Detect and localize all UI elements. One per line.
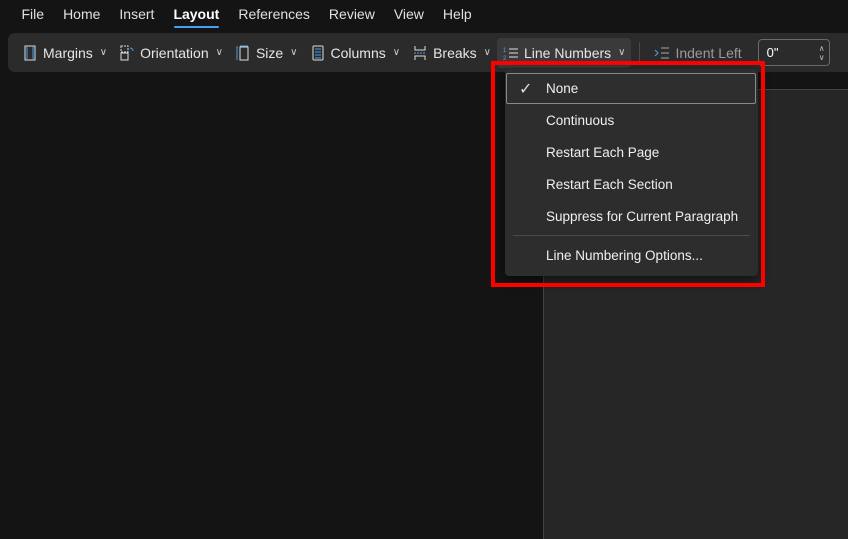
breaks-label: Breaks xyxy=(433,44,477,61)
highlight-box xyxy=(491,61,765,287)
columns-label: Columns xyxy=(330,44,386,61)
indent-left-icon xyxy=(655,47,670,58)
size-icon xyxy=(236,45,249,60)
svg-text:1: 1 xyxy=(503,48,507,54)
orientation-icon xyxy=(120,45,134,60)
menu-bar: File Home Insert Layout References Revie… xyxy=(0,0,481,28)
margins-label: Margins xyxy=(43,44,93,61)
menu-layout[interactable]: Layout xyxy=(164,2,229,28)
menu-home[interactable]: Home xyxy=(54,2,110,26)
size-label: Size xyxy=(255,44,284,61)
indent-left-label: Indent Left xyxy=(675,44,742,61)
spin-up-icon[interactable]: ∧ xyxy=(819,44,825,53)
chevron-down-icon: ∨ xyxy=(483,47,491,58)
svg-text:2: 2 xyxy=(503,56,507,61)
breaks-icon xyxy=(414,45,427,60)
menu-help[interactable]: Help xyxy=(433,2,481,26)
menu-review[interactable]: Review xyxy=(319,2,384,26)
menu-view[interactable]: View xyxy=(384,2,433,26)
size-button[interactable]: Size ∨ xyxy=(229,38,304,68)
spin-down-icon[interactable]: ∨ xyxy=(819,53,825,62)
breaks-button[interactable]: Breaks ∨ xyxy=(406,38,497,68)
menu-references[interactable]: References xyxy=(229,2,320,26)
line-numbers-icon: 12 xyxy=(503,48,518,61)
margins-button[interactable]: Margins ∨ xyxy=(16,38,113,68)
chevron-down-icon: ∨ xyxy=(392,47,401,58)
orientation-label: Orientation xyxy=(140,44,209,61)
chevron-down-icon: ∨ xyxy=(99,47,108,58)
menu-file[interactable]: File xyxy=(12,2,54,26)
indent-left-input[interactable]: 0" ∧ ∨ xyxy=(757,39,830,66)
columns-button[interactable]: Columns ∨ xyxy=(304,38,407,68)
orientation-button[interactable]: Orientation ∨ xyxy=(113,38,229,68)
chevron-down-icon: ∨ xyxy=(215,47,223,58)
indent-left-value: 0" xyxy=(766,45,779,60)
menu-insert[interactable]: Insert xyxy=(110,2,164,26)
columns-icon xyxy=(312,45,323,60)
margins-icon xyxy=(24,45,36,60)
chevron-down-icon: ∨ xyxy=(618,47,626,58)
line-numbers-label: Line Numbers xyxy=(523,44,612,61)
chevron-down-icon: ∨ xyxy=(290,47,298,58)
